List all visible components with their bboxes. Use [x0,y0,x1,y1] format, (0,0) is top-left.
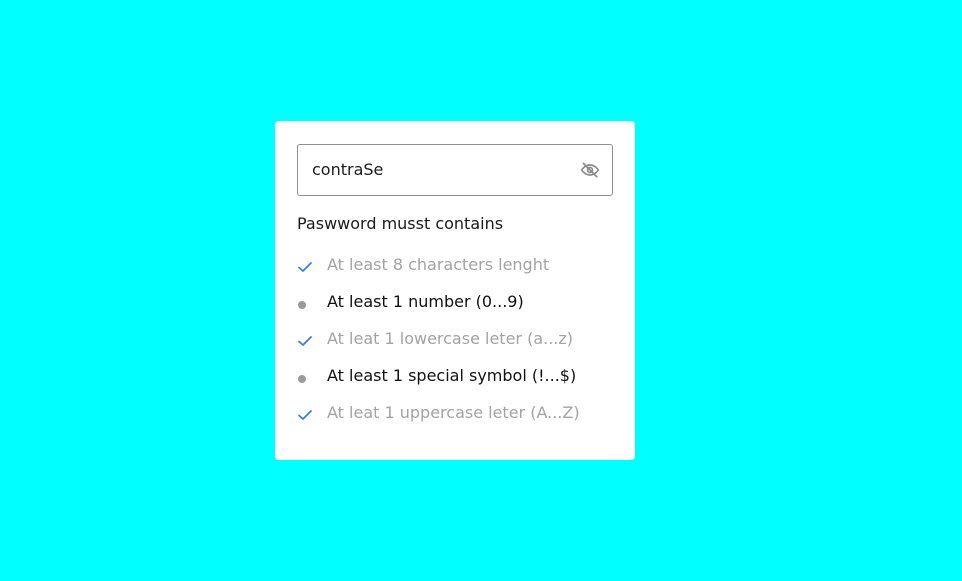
requirements-list: At least 8 characters lenght At least 1 … [297,252,617,437]
password-card: Paswword musst contains At least 8 chara… [275,121,635,460]
check-icon [297,331,313,347]
requirement-item-symbol: At least 1 special symbol (!...$) [297,363,617,400]
bullet-icon [298,301,306,309]
requirement-item-lowercase: At leat 1 lowercase leter (a...z) [297,326,617,363]
password-input[interactable] [312,145,562,195]
eye-off-icon[interactable] [580,160,600,180]
requirement-item-number: At least 1 number (0...9) [297,289,617,326]
check-icon [297,405,313,421]
bullet-icon [298,375,306,383]
check-icon [297,257,313,273]
password-field[interactable] [297,144,613,196]
requirement-label: At least 1 special symbol (!...$) [327,366,577,385]
requirement-item-length: At least 8 characters lenght [297,252,617,289]
requirements-title: Paswword musst contains [297,214,504,233]
requirement-label: At least 1 number (0...9) [327,292,524,311]
requirement-item-uppercase: At leat 1 uppercase leter (A...Z) [297,400,617,437]
requirement-label: At leat 1 lowercase leter (a...z) [327,329,574,348]
requirement-label: At leat 1 uppercase leter (A...Z) [327,403,580,422]
requirement-label: At least 8 characters lenght [327,255,550,274]
